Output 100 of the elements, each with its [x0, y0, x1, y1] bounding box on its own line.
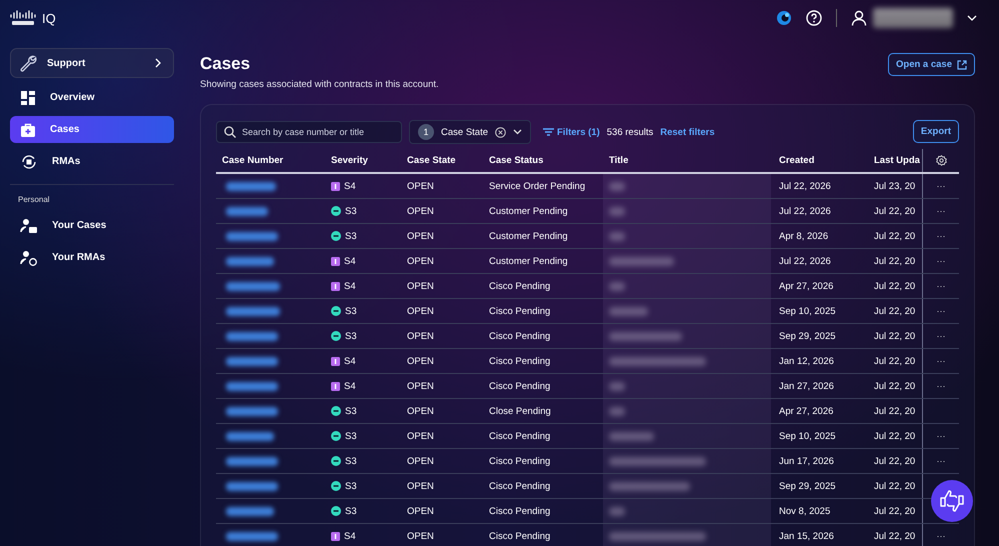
table-cell-text: Jul 22, 2026	[778, 180, 832, 194]
column-header[interactable]: Severity	[325, 149, 401, 172]
blurred-case-number[interactable]	[226, 232, 278, 240]
results-count: 536 results	[606, 126, 654, 138]
chevron-right-icon	[155, 58, 161, 68]
filters-button[interactable]: Filters (1)	[543, 126, 600, 138]
severity-label: S4	[344, 280, 356, 292]
blurred-title	[609, 432, 654, 440]
table-cell-text: Cisco Pending	[488, 354, 552, 368]
severity-label: S4	[344, 380, 356, 392]
severity-label: S4	[344, 256, 356, 266]
blurred-case-number[interactable]	[226, 456, 278, 466]
table-cell-text: Close Pending	[488, 404, 552, 418]
blurred-case-number[interactable]	[226, 182, 276, 190]
settings-icon[interactable]	[936, 155, 946, 166]
blurred-case-number[interactable]	[226, 382, 278, 390]
severity-label: S3	[345, 430, 357, 442]
table-cell-text: Jan 15, 2026	[778, 530, 835, 544]
row-actions-button[interactable]: ···	[934, 456, 948, 466]
table-cell: Jul 22, 20	[867, 399, 923, 423]
blurred-case-number[interactable]	[226, 532, 278, 540]
blurred-case-number[interactable]	[226, 306, 280, 316]
table-cell-text: OPEN	[406, 530, 435, 544]
row-actions-button[interactable]: ···	[934, 331, 948, 341]
table-cell-text: OPEN	[406, 380, 435, 394]
table-cell: Jul 22, 20	[867, 374, 923, 398]
blurred-case-number[interactable]	[226, 256, 274, 266]
reset-filters-link[interactable]: Reset filters	[660, 126, 715, 138]
table-cell-text: Cisco Pending	[488, 280, 552, 294]
column-header[interactable]: Case Status	[483, 149, 603, 172]
help-icon[interactable]	[806, 10, 822, 26]
row-actions-button[interactable]: ···	[934, 206, 948, 216]
assistant-icon[interactable]	[776, 10, 792, 26]
table-cell-text: OPEN	[406, 480, 435, 494]
row-actions-button[interactable]: ···	[934, 306, 948, 316]
user-case-icon	[20, 218, 38, 234]
feedback-button[interactable]	[931, 480, 973, 522]
severity-label: S3	[345, 306, 357, 316]
severity-label: S3	[345, 406, 357, 416]
blurred-case-number[interactable]	[226, 432, 274, 440]
column-header[interactable]: Case Number	[216, 149, 325, 172]
table-cell-text: Cisco Pending	[488, 530, 552, 544]
blurred-title	[609, 506, 626, 516]
column-header[interactable]: Last Upda	[867, 149, 923, 172]
blurred-case-number[interactable]	[226, 406, 278, 416]
table-cell: Jul 22, 20	[867, 199, 923, 223]
table-cell-text: Sep 29, 2025	[778, 330, 837, 344]
column-header[interactable]: Created	[771, 149, 867, 172]
column-header[interactable]: Case State	[401, 149, 483, 172]
blurred-case-number[interactable]	[226, 482, 278, 490]
user-icon[interactable]	[851, 10, 867, 26]
dashboard-icon	[20, 90, 36, 106]
row-actions-button[interactable]: ···	[934, 181, 948, 191]
blurred-case-number[interactable]	[226, 282, 280, 290]
nav-item[interactable]: Cases	[10, 116, 174, 143]
table-cell-text: Sep 10, 2025	[778, 430, 837, 444]
table-cell-text: Customer Pending	[488, 204, 569, 218]
chevron-down-icon[interactable]	[513, 129, 522, 135]
blurred-case-number[interactable]	[226, 206, 268, 216]
severity-label: S4	[344, 180, 356, 192]
row-actions-button[interactable]: ···	[934, 256, 948, 266]
nav-item[interactable]: Overview	[10, 84, 174, 111]
search-field[interactable]: Search by case number or title	[216, 121, 402, 143]
table-cell-text: Sep 29, 2025	[778, 480, 837, 494]
row-actions-button[interactable]: ···	[934, 281, 948, 291]
blurred-case-number[interactable]	[226, 332, 278, 340]
wrench-icon	[19, 54, 37, 72]
filter-chip[interactable]: 1 Case State	[409, 120, 531, 144]
product-name: IQ	[42, 10, 56, 26]
blurred-title	[609, 382, 626, 390]
table-cell-text: Nov 8, 2025	[778, 504, 832, 518]
blurred-case-number[interactable]	[226, 506, 274, 516]
return-box-icon	[20, 154, 38, 170]
table-cell-text: OPEN	[406, 304, 435, 318]
severity-label: S4	[344, 356, 356, 366]
row-actions-button[interactable]: ···	[934, 531, 948, 541]
clear-icon[interactable]	[495, 126, 506, 138]
row-actions-button[interactable]: ···	[934, 231, 948, 241]
row-actions-button[interactable]: ···	[934, 431, 948, 441]
table-cell-text: OPEN	[406, 180, 435, 194]
row-actions-button[interactable]: ···	[934, 356, 948, 366]
table-cell-text: Apr 8, 2026	[778, 230, 830, 244]
table-cell: Jul 22, 20	[867, 524, 923, 546]
row-actions-button[interactable]: ···	[934, 381, 948, 391]
blurred-case-number[interactable]	[226, 356, 278, 366]
support-menu-button[interactable]: Support	[10, 48, 174, 78]
export-button[interactable]: Export	[912, 120, 959, 143]
table-cell: Jul 22, 20	[867, 324, 923, 348]
blurred-title	[609, 306, 648, 316]
table-cell-text: Apr 27, 2026	[778, 404, 834, 418]
open-case-button[interactable]: Open a case	[888, 53, 975, 76]
nav-item[interactable]: Your RMAs	[10, 244, 174, 271]
filter-icon	[543, 128, 554, 136]
nav-item[interactable]: Your Cases	[10, 212, 174, 239]
blurred-title	[609, 206, 626, 216]
table-cell-text: Cisco Pending	[488, 454, 552, 468]
nav-item[interactable]: RMAs	[10, 148, 174, 175]
table-cell-text: OPEN	[406, 354, 435, 368]
column-header[interactable]: Title	[603, 149, 771, 172]
severity-label: S3	[345, 506, 357, 516]
